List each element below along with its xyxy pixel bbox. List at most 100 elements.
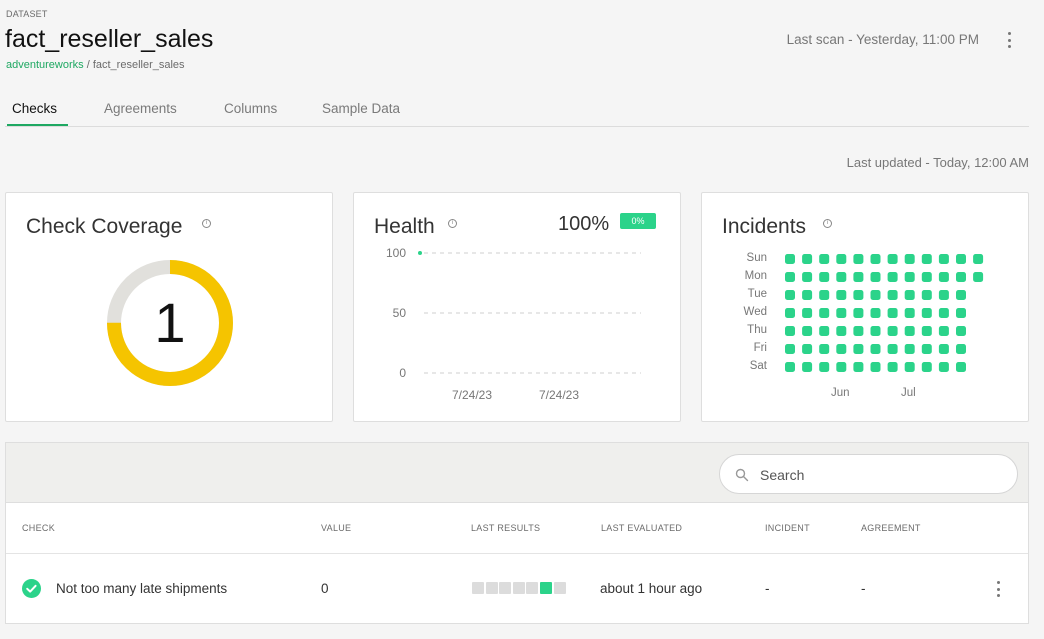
incident-day-cell xyxy=(870,272,881,282)
breadcrumb-current: fact_reseller_sales xyxy=(92,59,185,71)
result-bar[interactable] xyxy=(553,582,566,594)
day-label-wed: Wed xyxy=(743,306,767,318)
check-value: 0 xyxy=(321,581,329,596)
incident-day-cell xyxy=(904,272,915,282)
incident-day-cell xyxy=(785,254,795,264)
result-bar[interactable] xyxy=(485,582,498,594)
incident-day-cell xyxy=(819,272,830,282)
incident-day-cell xyxy=(938,290,949,300)
checks-table: CHECK VALUE LAST RESULTS LAST EVALUATED … xyxy=(5,442,1029,624)
incident-day-cell xyxy=(836,344,847,354)
month-label-jul: Jul xyxy=(901,387,916,399)
incident-day-cell xyxy=(853,362,864,372)
search-box[interactable] xyxy=(719,454,1018,494)
column-header-agreement[interactable]: AGREEMENT xyxy=(861,523,921,533)
incident-day-cell xyxy=(904,290,915,300)
tab-columns[interactable]: Columns xyxy=(224,101,277,116)
incident-day-cell xyxy=(904,362,915,372)
last-evaluated: about 1 hour ago xyxy=(600,581,703,596)
y-tick-label: 50 xyxy=(393,306,407,320)
search-input[interactable] xyxy=(760,465,1000,485)
incident-day-cell xyxy=(956,326,966,336)
info-icon[interactable]: i xyxy=(202,219,211,228)
incident-day-cell xyxy=(836,272,847,282)
incident-day-cell xyxy=(802,326,813,336)
result-bar[interactable] xyxy=(499,582,512,594)
health-data-point xyxy=(418,251,422,255)
incident-day-cell xyxy=(887,290,898,300)
incident-day-cell xyxy=(785,272,795,282)
result-bar[interactable] xyxy=(512,582,525,594)
x-tick-label: 7/24/23 xyxy=(452,388,492,402)
check-coverage-title: Check Coverage xyxy=(26,215,183,238)
incident-day-cell xyxy=(802,344,813,354)
table-row[interactable]: Not too many late shipments 0 about 1 ho… xyxy=(6,554,1028,624)
day-label-sat: Sat xyxy=(749,360,767,372)
incident-day-cell xyxy=(819,326,830,336)
incident-day-cell xyxy=(887,308,898,318)
incident-day-cell xyxy=(853,254,864,264)
incident-day-cell xyxy=(853,290,864,300)
row-more-options-icon[interactable] xyxy=(990,579,1006,599)
incident-day-cell xyxy=(887,362,898,372)
tab-sample-data[interactable]: Sample Data xyxy=(322,101,400,116)
incident-day-cell xyxy=(853,344,864,354)
day-label-mon: Mon xyxy=(744,270,767,282)
incident-day-cell xyxy=(973,272,984,282)
health-card: Health i 100% 0% 100 50 0 7/24/23 7/24/23 xyxy=(353,192,681,422)
incident-day-cell xyxy=(973,254,984,264)
tab-checks[interactable]: Checks xyxy=(12,101,57,116)
incident-day-cell xyxy=(904,344,915,354)
tab-agreements[interactable]: Agreements xyxy=(104,101,177,116)
incident-day-cell xyxy=(870,344,881,354)
day-label-fri: Fri xyxy=(753,342,767,354)
result-bar[interactable] xyxy=(540,582,552,594)
incident-day-cell xyxy=(870,254,881,264)
incident-day-cell xyxy=(870,362,881,372)
incident-day-cell xyxy=(938,362,949,372)
column-header-value[interactable]: VALUE xyxy=(321,523,351,533)
page-kicker: DATASET xyxy=(6,9,48,19)
column-header-last-evaluated[interactable]: LAST EVALUATED xyxy=(601,523,682,533)
incident-day-cell xyxy=(938,254,949,264)
incident-day-cell xyxy=(853,272,864,282)
incident-day-cell xyxy=(887,272,898,282)
incident-day-cell xyxy=(938,326,949,336)
column-header-check[interactable]: CHECK xyxy=(22,523,55,533)
incident-day-cell xyxy=(870,326,881,336)
incident-day-cell xyxy=(904,254,915,264)
incident-day-cell xyxy=(938,272,949,282)
breadcrumb: adventureworks / fact_reseller_sales xyxy=(6,59,185,71)
incident-day-cell xyxy=(887,344,898,354)
incident-day-cell xyxy=(802,308,813,318)
column-header-last-results[interactable]: LAST RESULTS xyxy=(471,523,540,533)
day-label-sun: Sun xyxy=(746,252,767,264)
incident-day-cell xyxy=(921,308,932,318)
check-coverage-card: Check Coverage i 1 xyxy=(5,192,333,422)
incident-day-cell xyxy=(819,308,830,318)
last-updated-text: Last updated - Today, 12:00 AM xyxy=(846,155,1029,170)
check-passed-icon xyxy=(22,579,41,598)
result-bar[interactable] xyxy=(472,582,484,594)
incident-day-cell xyxy=(853,326,864,336)
table-toolbar xyxy=(6,443,1028,503)
incident-day-cell xyxy=(887,326,898,336)
incident-day-cell xyxy=(956,308,966,318)
incident-day-cell xyxy=(853,308,864,318)
incident-day-cell xyxy=(785,362,795,372)
incident-day-cell xyxy=(921,326,932,336)
check-name[interactable]: Not too many late shipments xyxy=(56,581,227,596)
incident-day-cell xyxy=(802,254,813,264)
incident-day-cell xyxy=(802,290,813,300)
incident-day-cell xyxy=(956,254,966,264)
breadcrumb-link-adventureworks[interactable]: adventureworks xyxy=(6,59,84,71)
column-header-incident[interactable]: INCIDENT xyxy=(765,523,810,533)
y-tick-label: 100 xyxy=(386,246,406,260)
agreement-value: - xyxy=(861,581,866,596)
incident-day-cell xyxy=(785,326,795,336)
result-bar[interactable] xyxy=(526,582,539,594)
incident-day-cell xyxy=(938,308,949,318)
incident-day-cell xyxy=(956,290,966,300)
more-options-icon[interactable] xyxy=(1001,30,1017,50)
incident-day-cell xyxy=(904,326,915,336)
